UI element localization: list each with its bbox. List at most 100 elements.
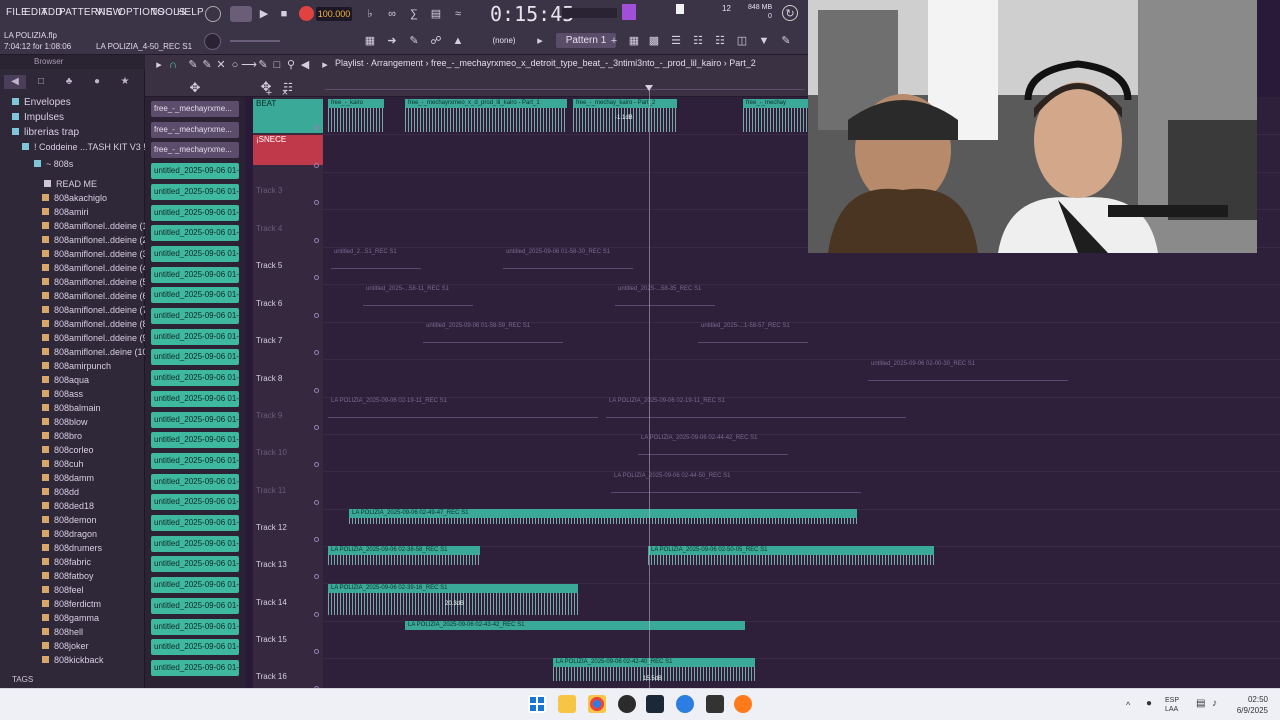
track-header[interactable]: BEAT [253,99,323,133]
track-mute-led-icon[interactable] [314,275,319,280]
browser-file[interactable]: 808ded18 [42,501,94,511]
browser-file[interactable]: 808corleo [42,445,94,455]
browser-file[interactable]: 808bro [42,431,82,441]
playlist-window-icon[interactable]: ▦ [626,33,642,49]
audio-clip[interactable]: untitled_2025-...58-11_REC S1 [363,285,473,294]
browser-file[interactable]: 808amiflonel..ddeine (4) [42,263,151,273]
browser-file[interactable]: 808fabric [42,557,91,567]
record-button[interactable] [299,6,314,21]
track-header[interactable]: Track 9 [253,411,323,420]
browser-file[interactable]: 808ass [42,389,83,399]
audio-clip[interactable]: untitled_2025-...1-58-57_REC S1 [698,322,808,331]
channel-button[interactable]: untitled_2025-09-06 01-... [151,473,239,490]
browser-file[interactable]: 808demon [42,515,97,525]
menu-help[interactable]: HELP [177,7,204,18]
track-header[interactable]: Track 4 [253,224,323,233]
audio-clip[interactable]: untitled_2025-...58-35_REC S1 [615,285,715,294]
blend-notes-icon[interactable]: ≈ [450,6,466,22]
track-mute-led-icon[interactable] [314,500,319,505]
step-edit-icon[interactable]: ▤ [428,6,444,22]
edge-icon[interactable] [676,695,694,713]
channel-button[interactable]: free_-_mechayrxme... [151,142,239,159]
track-mute-led-icon[interactable] [314,425,319,430]
browser-file[interactable]: 808fatboy [42,571,94,581]
track-mute-led-icon[interactable] [314,537,319,542]
file-explorer-icon[interactable] [558,695,576,713]
audio-clip[interactable]: untitled_2...51_REC S1 [331,248,421,257]
track-header[interactable]: Track 13 [253,560,323,569]
browser-file[interactable]: 808dd [42,487,79,497]
browser-search-icon[interactable]: ● [86,75,108,89]
channel-button[interactable]: untitled_2025-09-06 01-... [151,163,239,180]
audio-clip[interactable]: LA POLIZIA_2025-09-06 02-39-16_REC S1 [328,584,578,593]
magnet-icon[interactable]: ∩ [165,57,181,73]
pencil-icon[interactable]: ✎ [406,33,422,49]
channel-button[interactable]: untitled_2025-09-06 01-... [151,556,239,573]
channel-button[interactable]: untitled_2025-09-06 01-... [151,618,239,635]
track-header[interactable]: Track 15 [253,635,323,644]
channel-button[interactable]: untitled_2025-09-06 01-... [151,287,239,304]
channel-button[interactable]: untitled_2025-09-06 01-... [151,639,239,656]
link-icon[interactable]: ☍ [428,33,444,49]
track-header[interactable]: Track 14 [253,598,323,607]
channel-button[interactable]: untitled_2025-09-06 01-... [151,183,239,200]
tray-chevron-icon[interactable]: ^ [1126,700,1130,710]
track-header[interactable]: Track 3 [253,186,323,195]
channel-button[interactable]: untitled_2025-09-06 01-... [151,577,239,594]
track-mute-led-icon[interactable] [314,462,319,467]
channel-button[interactable]: free_-_mechayrxme... [151,101,239,117]
browser-file[interactable]: 808amiflonel..deine (10) [42,347,151,357]
browser-plugin-tab[interactable]: ♣ [58,75,80,89]
browser-file[interactable]: 808amiflonel..ddeine (6) [42,291,151,301]
channel-button[interactable]: untitled_2025-09-06 01-... [151,225,239,242]
audio-clip[interactable]: free_-_kairo [328,99,384,108]
master-pitch-knob[interactable] [204,33,221,50]
browser-file[interactable]: 808amiflonel..ddeine (2) [42,235,151,245]
browser-file[interactable]: 808joker [42,641,89,651]
track-header[interactable]: Track 5 [253,261,323,270]
volume-icon[interactable]: ♪ [1212,698,1217,709]
add-pattern-icon[interactable]: + [606,33,622,49]
track-mute-led-icon[interactable] [314,125,319,130]
track-header[interactable]: Track 10 [253,448,323,457]
channel-button[interactable]: untitled_2025-09-06 01-... [151,597,239,614]
track-mute-led-icon[interactable] [314,574,319,579]
track-mute-led-icon[interactable] [314,313,319,318]
song-mode-toggle[interactable] [230,6,252,22]
power-icon[interactable]: ↻ [782,5,798,21]
pan-icon[interactable]: ✥ [187,80,203,96]
track-header[interactable]: ¡SNECE [253,135,323,165]
browser-current-project-tab[interactable]: □ [30,75,52,89]
browser-file[interactable]: 808amirpunch [42,361,111,371]
plugin-icon[interactable]: ☷ [712,33,728,49]
channel-button[interactable]: untitled_2025-09-06 01-... [151,452,239,469]
channel-button[interactable]: untitled_2025-09-06 01-... [151,308,239,324]
channel-button[interactable]: untitled_2025-09-06 01-... [151,535,239,552]
browser-all-tab[interactable]: ◀ [4,75,26,89]
track-header[interactable]: Track 7 [253,336,323,345]
channel-button[interactable]: untitled_2025-09-06 01-... [151,328,239,345]
metronome-icon[interactable]: ♭ [362,6,378,22]
track-mute-led-icon[interactable] [314,388,319,393]
channel-button[interactable]: untitled_2025-09-06 01-... [151,659,239,676]
browser-file[interactable]: 808akachiglo [42,193,107,203]
channel-button[interactable]: untitled_2025-09-06 01-... [151,494,239,511]
browser-file[interactable]: 808damm [42,473,94,483]
language-indicator[interactable]: ESP LAA [1165,696,1179,714]
folder-impulses[interactable]: Impulses [12,112,64,123]
arrow-icon[interactable]: ➜ [384,33,400,49]
audio-clip[interactable]: LA POLIZIA_2025-09-06 02-50-05_REC S1 [648,546,934,555]
folder-librerias-trap[interactable]: librerias trap [12,127,79,138]
browser-file[interactable]: 808aqua [42,375,89,385]
channel-button[interactable]: untitled_2025-09-06 01-... [151,266,239,283]
audio-clip[interactable]: LA POLIZIA_2025-09-06 02-49-47_REC S1 [349,509,857,518]
folder-coddeine-kit[interactable]: ! Coddeine ...TASH KIT V3 ! [22,142,146,152]
folder-808s[interactable]: ~ 808s [34,159,73,169]
track-header[interactable]: Track 6 [253,299,323,308]
audio-clip[interactable]: untitled_2025-09-06 01-58-59_REC S1 [423,322,563,331]
track-mute-led-icon[interactable] [314,200,319,205]
channel-button[interactable]: untitled_2025-09-06 01-... [151,515,239,531]
browser-file[interactable]: 808amiflonel..ddeine (5) [42,277,151,287]
browser-file[interactable]: 808amiflonel..ddeine (1) [42,221,151,231]
track-mute-led-icon[interactable] [314,238,319,243]
